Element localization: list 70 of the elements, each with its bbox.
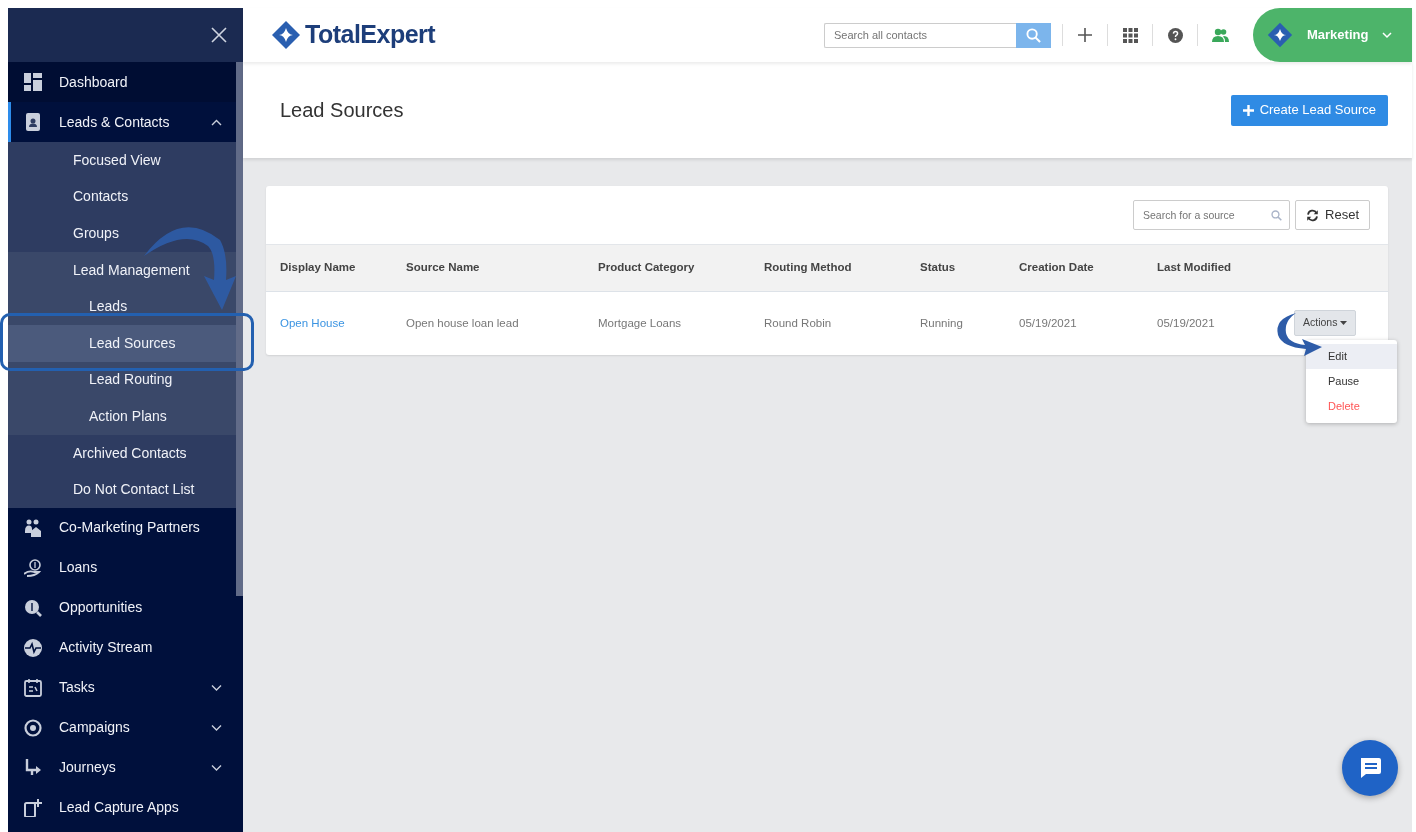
table-cell: Running xyxy=(920,316,963,329)
people-icon xyxy=(24,518,42,537)
dashboard-icon xyxy=(24,73,42,91)
reset-button[interactable]: Reset xyxy=(1295,200,1370,230)
column-header: Source Name xyxy=(405,244,597,292)
chevron-down-icon xyxy=(211,682,222,694)
chevron-down-icon xyxy=(211,762,222,774)
sidebar-item[interactable]: Activity Stream xyxy=(8,627,236,668)
sidebar-item[interactable]: Lead Management xyxy=(8,251,236,289)
search-icon xyxy=(1271,210,1283,221)
magnifier-coin-icon xyxy=(24,598,42,617)
calendar-icon xyxy=(24,678,42,697)
caret-icon xyxy=(1340,321,1348,326)
search-field[interactable]: Search for a source xyxy=(1133,200,1291,230)
close-icon[interactable] xyxy=(211,27,227,43)
sidebar-item[interactable]: Tasks xyxy=(8,667,236,708)
chevron-down-icon xyxy=(211,722,222,734)
chat-button[interactable] xyxy=(1342,740,1398,796)
sidebar-item[interactable]: Lead Routing xyxy=(8,361,236,399)
sidebar-item[interactable]: Groups xyxy=(8,215,236,252)
chat-icon xyxy=(1358,757,1382,779)
chevron-down-icon xyxy=(1382,31,1393,39)
scrollbar[interactable] xyxy=(236,62,243,596)
help-icon[interactable] xyxy=(1167,27,1183,43)
actions-button[interactable]: Actions xyxy=(1294,310,1357,337)
sidebar-item[interactable]: Journeys xyxy=(8,747,236,788)
menu-item[interactable]: Edit xyxy=(1306,344,1397,369)
column-header: Routing Method xyxy=(763,244,919,292)
column-header: Display Name xyxy=(266,244,405,292)
menu-item[interactable]: Pause xyxy=(1306,369,1397,394)
sidebar-item[interactable]: Loans xyxy=(8,547,236,588)
sidebar-item[interactable]: Campaigns xyxy=(8,707,236,748)
search-icon xyxy=(1026,27,1041,43)
sidebar-item[interactable]: Lead Capture Apps xyxy=(8,787,236,828)
sidebar-item[interactable]: Co-Marketing Partners xyxy=(8,507,236,548)
sidebar-item[interactable]: Do Not Contact List xyxy=(8,471,236,508)
column-header: Product Category xyxy=(597,244,763,292)
refresh-icon xyxy=(1306,208,1320,222)
hand-coin-icon xyxy=(24,558,42,577)
logo-icon xyxy=(1267,22,1293,48)
sidebar-item[interactable]: Archived Contacts xyxy=(8,434,236,472)
sidebar-item[interactable]: Action Plans xyxy=(8,398,236,435)
plus-icon[interactable] xyxy=(1077,27,1093,43)
table-cell: 05/19/2021 xyxy=(1019,316,1077,329)
column-header: Status xyxy=(919,244,1018,292)
page-title: Lead Sources xyxy=(280,98,404,122)
users-icon[interactable] xyxy=(1211,27,1229,43)
table-cell: Open house loan lead xyxy=(406,316,519,329)
sidebar-item[interactable]: Leads xyxy=(8,288,236,325)
table-cell: Mortgage Loans xyxy=(598,316,682,329)
column-header: Creation Date xyxy=(1018,244,1156,292)
route-arrow-icon xyxy=(24,758,42,777)
logo-text: TotalExpert xyxy=(305,19,436,51)
grid-icon[interactable] xyxy=(1122,27,1138,43)
sidebar-item[interactable]: Focused View xyxy=(8,142,236,179)
sidebar-item[interactable]: Opportunities xyxy=(8,587,236,628)
table-cell: Round Robin xyxy=(764,316,832,329)
column-header: Last Modified xyxy=(1156,244,1293,292)
target-icon xyxy=(24,718,42,737)
plus-icon xyxy=(1242,104,1254,116)
contacts-book-icon xyxy=(24,113,42,131)
sidebar-item[interactable]: Dashboard xyxy=(8,62,236,102)
sidebar-item[interactable]: Contacts xyxy=(8,178,236,216)
search-field[interactable]: Search all contacts xyxy=(824,22,1016,48)
pulse-icon xyxy=(24,638,42,657)
create-button[interactable]: Create Lead Source xyxy=(1230,94,1388,126)
phone-plus-icon xyxy=(24,798,42,817)
logo-icon xyxy=(271,20,301,50)
table-cell: 05/19/2021 xyxy=(1157,316,1215,329)
sidebar-item[interactable]: Lead Sources xyxy=(8,324,236,362)
